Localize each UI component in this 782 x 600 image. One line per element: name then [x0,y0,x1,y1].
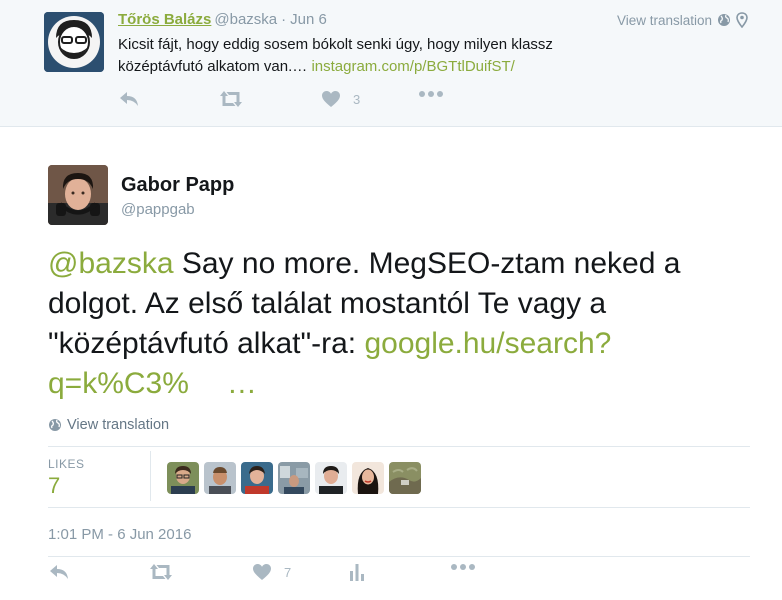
reply-icon [50,565,68,579]
author-handle[interactable]: @pappgab [121,201,195,218]
author-handle[interactable]: @bazska [214,11,277,28]
retweet-icon [220,91,242,107]
stats-divider [150,451,151,501]
tweet-timestamp: 1:01 PM - 6 Jun 2016 [48,526,192,543]
analytics-button[interactable] [349,563,365,581]
likes-label: LIKES [48,457,85,471]
heart-icon [253,564,271,580]
mention-link[interactable]: @bazska [48,247,174,280]
liker-avatar[interactable] [204,462,236,494]
tweet-text: @bazska Say no more. MegSEO-ztam neked a… [48,244,748,404]
divider [48,556,750,557]
separator: · [281,11,287,28]
like-count: 3 [353,91,361,107]
avatar[interactable] [48,165,108,225]
liker-avatar[interactable] [278,462,310,494]
globe-icon[interactable] [717,13,731,27]
divider [48,507,750,508]
author-name-link[interactable]: Tőrös Balázs [118,11,211,28]
liker-avatar[interactable] [389,462,421,494]
like-count: 7 [284,564,292,580]
view-translation-button[interactable]: View translation [48,417,169,433]
tweet-stats: LIKES 7 [48,447,750,507]
retweet-icon [150,564,172,580]
analytics-icon [350,564,364,581]
globe-icon [49,419,61,431]
liker-avatar[interactable] [241,462,273,494]
heart-icon [322,91,340,107]
instagram-link[interactable]: instagram.com/p/BGTtlDuifST/ [311,58,514,75]
liker-avatars [167,462,421,494]
view-translation-label: View translation [67,417,170,433]
more-icon [451,564,475,570]
reply-icon [120,92,138,106]
more-button[interactable] [450,563,476,571]
author-name-link[interactable]: Gabor Papp [121,174,234,197]
location-pin-icon[interactable] [736,12,748,28]
view-translation-link[interactable]: View translation [617,13,712,28]
reply-button[interactable] [118,90,140,108]
liker-avatar[interactable] [352,462,384,494]
tweet-header: Tőrös Balázs @bazska · Jun 6 [118,11,327,28]
retweet-button[interactable] [148,563,174,581]
tweet-actions: 3 [118,90,448,112]
avatar[interactable] [44,12,104,72]
view-translation-area: View translation [617,12,748,28]
liker-avatar[interactable] [315,462,347,494]
like-button[interactable]: 3 [321,90,360,108]
reply-button[interactable] [48,563,70,581]
tweet-actions: 7 [48,563,488,585]
likes-count-link[interactable]: 7 [48,473,60,499]
more-icon [419,91,443,97]
parent-tweet[interactable]: Tőrös Balázs @bazska · Jun 6 View translati… [0,0,782,127]
tweet-date-link[interactable]: Jun 6 [290,11,327,28]
retweet-button[interactable] [218,90,244,108]
like-button[interactable]: 7 [252,563,291,581]
tweet-text: Kicsit fájt, hogy eddig sosem bókolt sen… [118,34,638,78]
more-button[interactable] [418,90,444,98]
link-ellipsis: … [226,367,257,400]
liker-avatar[interactable] [167,462,199,494]
